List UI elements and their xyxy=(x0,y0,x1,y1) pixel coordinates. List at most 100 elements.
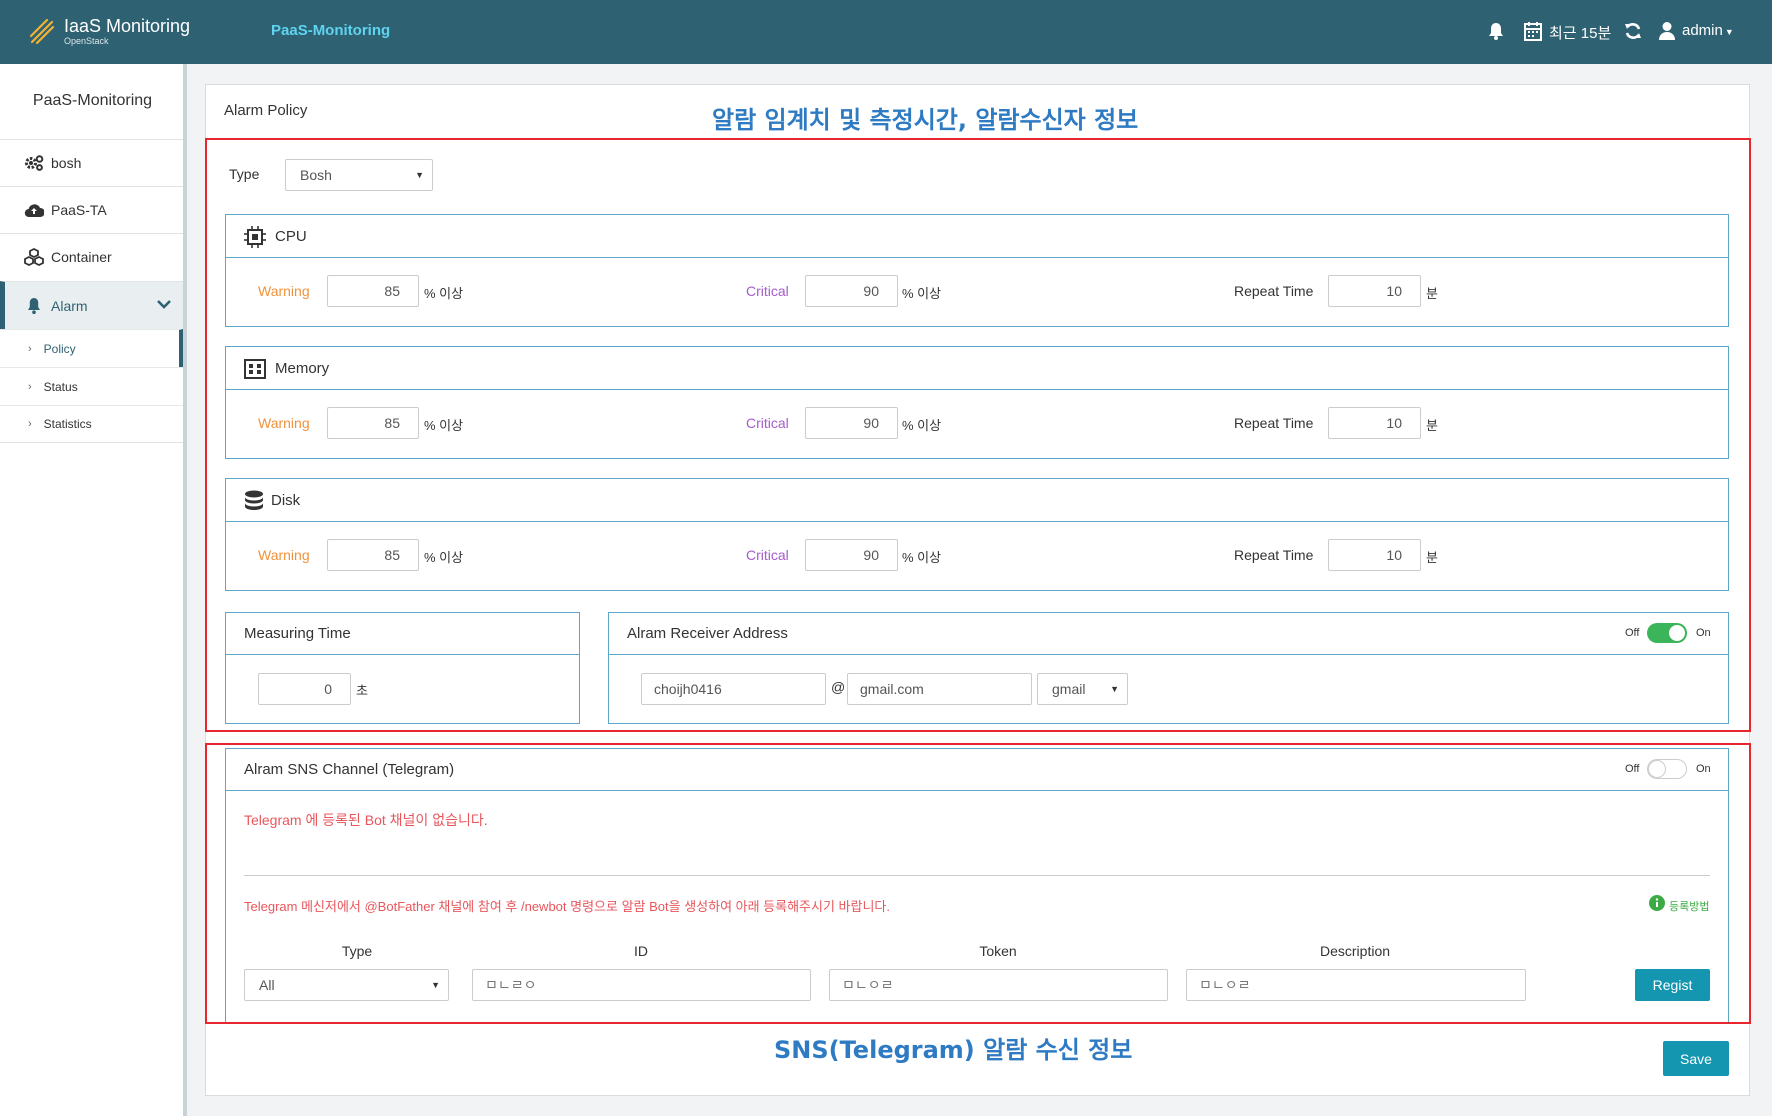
sns-toggle-off-label: Off xyxy=(1625,763,1640,775)
caret-down-icon: ▼ xyxy=(1724,27,1734,37)
sns-description-input[interactable]: ㅁㄴㅇㄹ xyxy=(1186,969,1526,1001)
sns-toggle-on-label: On xyxy=(1696,763,1711,775)
email-user-input[interactable]: choijh0416 xyxy=(641,673,826,705)
chip-icon xyxy=(244,226,266,253)
measuring-time-title: Measuring Time xyxy=(244,625,351,642)
cpu-repeat-label: Repeat Time xyxy=(1234,283,1314,299)
sidebar-subitem-label: Statistics xyxy=(43,417,92,431)
email-provider-value: gmail xyxy=(1052,681,1086,697)
sns-guide-message: Telegram 메신저에서 @BotFather 채널에 참여 후 /newb… xyxy=(244,899,890,914)
memory-card-header xyxy=(226,347,1728,390)
cpu-critical-input[interactable]: 90 xyxy=(805,275,898,307)
cpu-critical-label: Critical xyxy=(746,283,789,299)
user-name: admin xyxy=(1682,22,1723,39)
sns-no-bot-message: Telegram 에 등록된 Bot 채널이 없습니다. xyxy=(244,812,488,828)
toggle-knob xyxy=(1648,760,1666,778)
disk-critical-unit: % 이상 xyxy=(902,550,942,565)
disk-warning-unit: % 이상 xyxy=(424,550,464,565)
memory-critical-label: Critical xyxy=(746,415,789,431)
disk-card-header xyxy=(226,479,1728,522)
receiver-toggle-on-label: On xyxy=(1696,627,1711,639)
sidebar-item-paas-ta[interactable]: PaaS-TA xyxy=(0,186,183,233)
memory-warning-input[interactable]: 85 xyxy=(327,407,419,439)
cpu-repeat-input[interactable]: 10 xyxy=(1328,275,1421,307)
info-icon[interactable] xyxy=(1649,895,1665,916)
type-label: Type xyxy=(229,166,260,182)
nav-paas-monitoring[interactable]: PaaS-Monitoring xyxy=(271,22,390,39)
sidebar-item-container[interactable]: Container xyxy=(0,233,183,280)
cpu-card-header xyxy=(226,215,1728,258)
time-range-selector[interactable]: 최근 15분 xyxy=(1549,22,1611,43)
type-select[interactable]: Bosh ▼ xyxy=(285,159,433,191)
disk-critical-label: Critical xyxy=(746,547,789,563)
col-type-label: Type xyxy=(341,943,373,959)
gears-icon xyxy=(24,153,44,173)
sidebar-subitem-statistics[interactable]: › Statistics xyxy=(0,405,183,443)
email-provider-select[interactable]: gmail ▼ xyxy=(1037,673,1128,705)
howto-link[interactable]: 등록방법 xyxy=(1669,898,1709,914)
disk-critical-input[interactable]: 90 xyxy=(805,539,898,571)
col-id-label: ID xyxy=(634,943,648,959)
sidebar-item-alarm[interactable]: Alarm xyxy=(0,281,183,329)
measuring-time-unit: 초 xyxy=(356,683,368,698)
save-button[interactable]: Save xyxy=(1663,1041,1729,1076)
sidebar-subitem-status[interactable]: › Status xyxy=(0,367,183,405)
memory-repeat-label: Repeat Time xyxy=(1234,415,1314,431)
disk-repeat-unit: 분 xyxy=(1426,550,1438,565)
sidebar-subitem-policy[interactable]: › Policy xyxy=(0,329,183,367)
measuring-time-input[interactable]: 0 xyxy=(258,673,351,705)
receiver-address-title: Alram Receiver Address xyxy=(627,625,788,642)
sidebar-item-label: bosh xyxy=(51,155,82,171)
calendar-icon[interactable] xyxy=(1524,21,1542,46)
sidebar-subitem-label: Policy xyxy=(43,341,76,356)
memory-warning-unit: % 이상 xyxy=(424,418,464,433)
cpu-warning-input[interactable]: 85 xyxy=(327,275,419,307)
sns-id-input[interactable]: ㅁㄴㄹㅇ xyxy=(472,969,811,1001)
sidebar-item-label: Alarm xyxy=(51,297,88,314)
memory-card-title: Memory xyxy=(275,360,330,377)
chevron-right-icon: › xyxy=(28,342,32,355)
database-icon xyxy=(244,490,264,517)
col-description-label: Description xyxy=(1319,943,1391,959)
disk-repeat-input[interactable]: 10 xyxy=(1328,539,1421,571)
cubes-icon xyxy=(24,247,44,267)
disk-warning-label: Warning xyxy=(258,547,310,563)
user-icon[interactable] xyxy=(1659,21,1675,46)
cloud-upload-icon xyxy=(24,200,44,220)
memory-repeat-input[interactable]: 10 xyxy=(1328,407,1421,439)
cpu-warning-unit: % 이상 xyxy=(424,286,464,301)
sns-token-input[interactable]: ㅁㄴㅇㄹ xyxy=(829,969,1168,1001)
bell-icon[interactable] xyxy=(1486,21,1506,46)
cpu-repeat-unit: 분 xyxy=(1426,286,1438,301)
memory-critical-unit: % 이상 xyxy=(902,418,942,433)
sns-toggle[interactable] xyxy=(1647,759,1687,779)
col-token-label: Token xyxy=(979,943,1017,959)
receiver-toggle[interactable] xyxy=(1647,623,1687,643)
disk-card-title: Disk xyxy=(271,492,301,509)
regist-button[interactable]: Regist xyxy=(1635,969,1710,1001)
disk-warning-input[interactable]: 85 xyxy=(327,539,419,571)
sns-divider xyxy=(244,875,1710,876)
annotation-bottom: SNS(Telegram) 알람 수신 정보 xyxy=(774,1036,1133,1064)
bell-icon xyxy=(24,296,44,316)
memory-critical-input[interactable]: 90 xyxy=(805,407,898,439)
chevron-right-icon: › xyxy=(28,418,32,430)
logo-icon xyxy=(28,16,58,46)
chevron-right-icon: › xyxy=(28,380,32,393)
sidebar-subitem-label: Status xyxy=(43,379,78,394)
sns-type-select[interactable]: All ▼ xyxy=(244,969,449,1001)
sns-channel-title: Alram SNS Channel (Telegram) xyxy=(244,761,455,778)
caret-down-icon: ▼ xyxy=(415,170,424,180)
brand-title[interactable]: IaaS Monitoring xyxy=(64,16,190,37)
cpu-critical-unit: % 이상 xyxy=(902,286,942,301)
caret-down-icon: ▼ xyxy=(431,980,440,990)
annotation-top: 알람 임계치 및 측정시간, 알람수신자 정보 xyxy=(712,106,1139,134)
disk-repeat-label: Repeat Time xyxy=(1234,547,1314,563)
user-menu[interactable]: admin ▼ xyxy=(1682,22,1734,39)
refresh-icon[interactable] xyxy=(1623,21,1643,46)
email-domain-input[interactable]: gmail.com xyxy=(847,673,1032,705)
top-navbar xyxy=(0,0,1772,64)
memory-repeat-unit: 분 xyxy=(1426,418,1438,433)
email-at-sign: @ xyxy=(831,679,846,695)
sidebar-item-bosh[interactable]: bosh xyxy=(0,139,183,186)
